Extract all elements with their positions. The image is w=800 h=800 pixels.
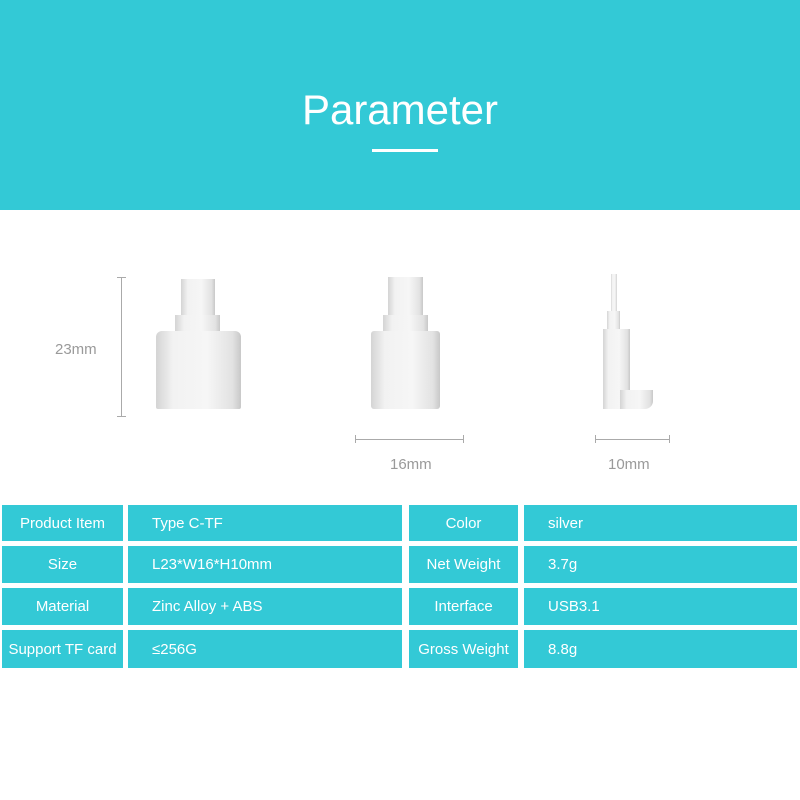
spec-label: Net Weight bbox=[409, 546, 518, 583]
product-connector-base bbox=[607, 311, 620, 331]
dimension-cap bbox=[117, 416, 126, 417]
product-connector bbox=[181, 279, 215, 315]
height-dimension-line bbox=[595, 439, 670, 440]
spec-value: L23*W16*H10mm bbox=[128, 546, 402, 583]
product-side-lip bbox=[620, 390, 653, 409]
length-label: 23mm bbox=[55, 341, 97, 358]
header-banner: Parameter bbox=[0, 0, 800, 210]
spec-value: 8.8g bbox=[524, 630, 797, 668]
product-image-front-angle bbox=[156, 331, 241, 409]
spec-value: ≤256G bbox=[128, 630, 402, 668]
product-connector-base bbox=[175, 315, 220, 332]
dimension-cap bbox=[463, 435, 464, 443]
dimension-cap bbox=[117, 277, 126, 278]
spec-value: 3.7g bbox=[524, 546, 797, 583]
product-connector bbox=[388, 277, 423, 315]
height-label: 10mm bbox=[608, 456, 650, 473]
spec-value: Type C-TF bbox=[128, 505, 402, 541]
spec-label: Support TF card bbox=[2, 630, 123, 668]
spec-label: Material bbox=[2, 588, 123, 625]
spec-label: Product Item bbox=[2, 505, 123, 541]
width-label: 16mm bbox=[390, 456, 432, 473]
spec-value: USB3.1 bbox=[524, 588, 797, 625]
page-title: Parameter bbox=[301, 86, 499, 133]
dimension-cap bbox=[669, 435, 670, 443]
spec-label: Color bbox=[409, 505, 518, 541]
product-connector-base bbox=[383, 315, 428, 332]
spec-label: Size bbox=[2, 546, 123, 583]
length-dimension-line bbox=[121, 277, 122, 416]
spec-value: Zinc Alloy + ABS bbox=[128, 588, 402, 625]
title-underline bbox=[372, 149, 438, 152]
dimension-cap bbox=[355, 435, 356, 443]
spec-label: Gross Weight bbox=[409, 630, 518, 668]
spec-value: silver bbox=[524, 505, 797, 541]
dimension-cap bbox=[595, 435, 596, 443]
product-image-front bbox=[371, 331, 440, 409]
spec-label: Interface bbox=[409, 588, 518, 625]
width-dimension-line bbox=[355, 439, 464, 440]
